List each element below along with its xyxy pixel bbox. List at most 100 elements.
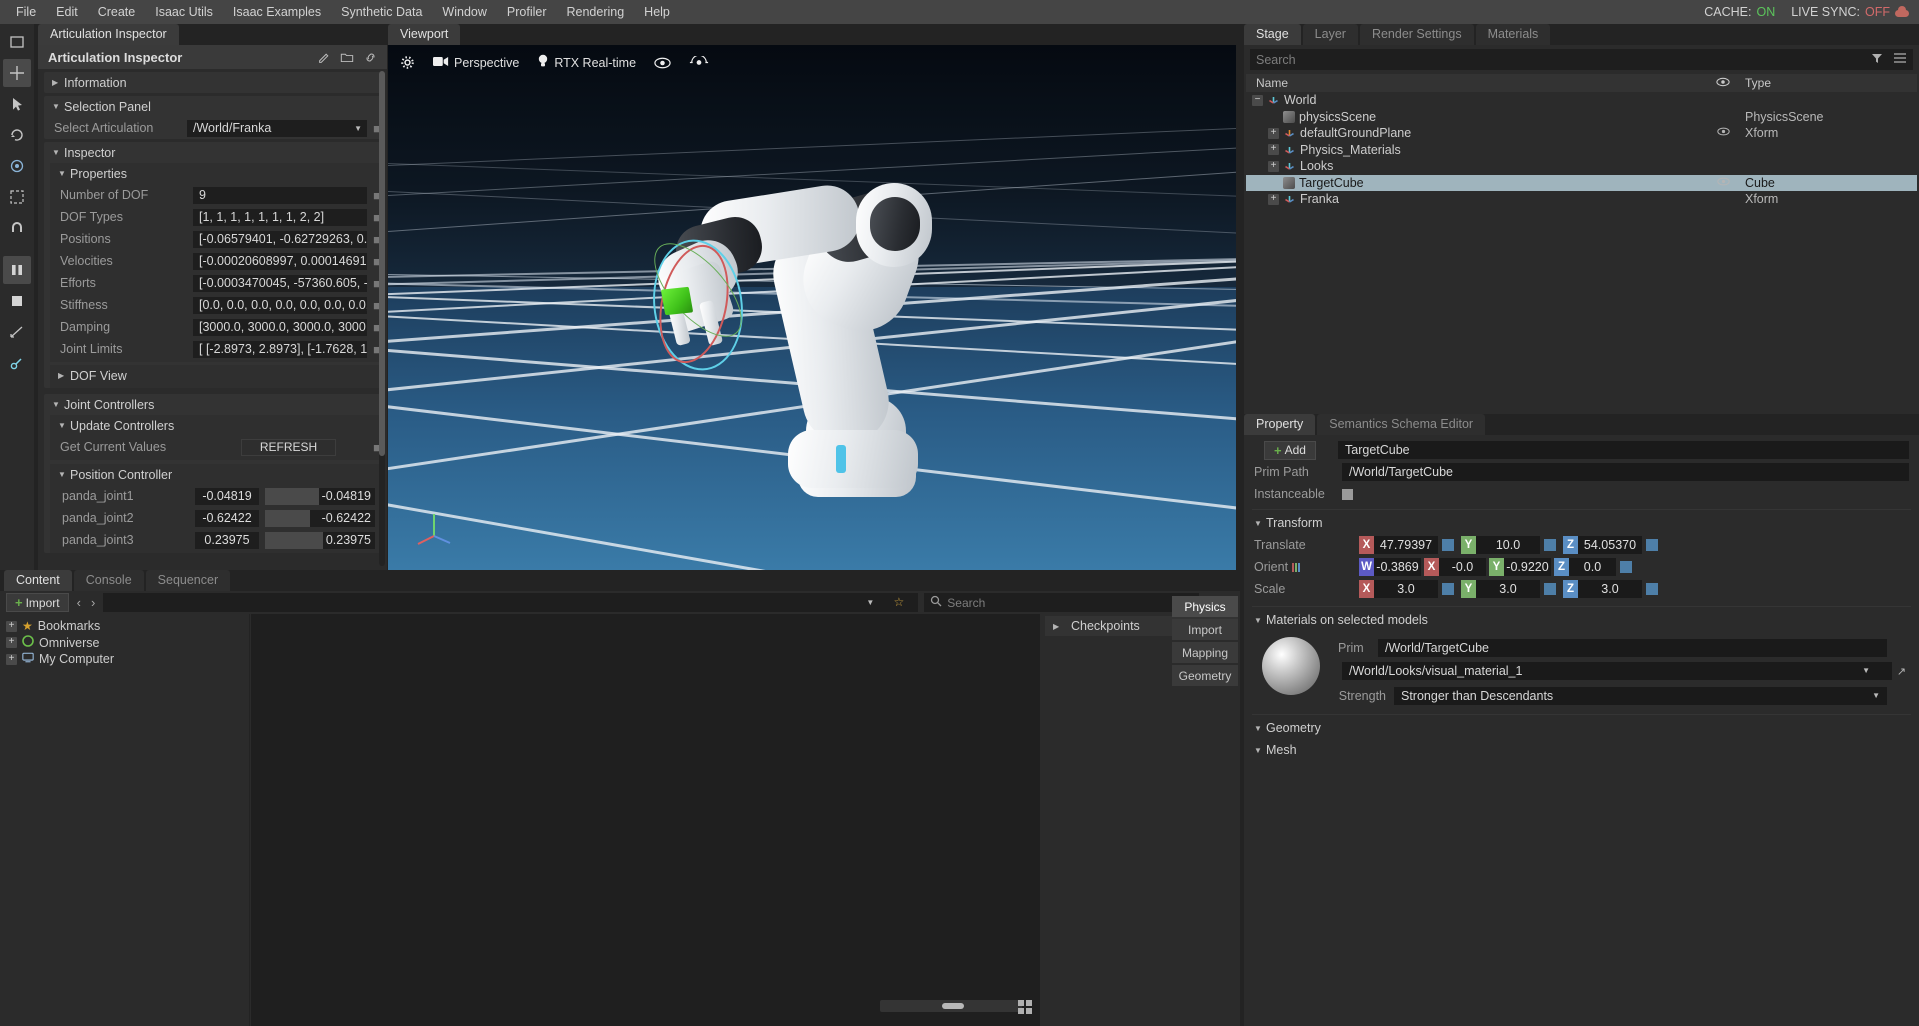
property-value[interactable]: [0.0, 0.0, 0.0, 0.0, 0.0, 0.0, 0.0, 0.0,…	[193, 296, 367, 314]
prim-name-field[interactable]: TargetCube	[1338, 441, 1909, 459]
scale-y-value[interactable]: 3.0	[1476, 580, 1540, 598]
translate-y[interactable]: Y 10.0	[1461, 536, 1560, 554]
slider-knob[interactable]	[942, 1003, 965, 1009]
stage-tree-row[interactable]: TargetCube Cube	[1246, 174, 1917, 191]
translate-x[interactable]: X 47.79397	[1359, 536, 1458, 554]
filter-icon[interactable]	[1871, 52, 1883, 67]
menu-item-synthetic-data[interactable]: Synthetic Data	[331, 0, 432, 24]
prim-path-field[interactable]: /World/TargetCube	[1342, 463, 1909, 481]
snap-tool-icon[interactable]	[3, 183, 31, 211]
orient-y-value[interactable]: -0.9220	[1504, 558, 1551, 576]
tab-layer[interactable]: Layer	[1302, 24, 1358, 45]
scale-z[interactable]: Z 3.0	[1563, 580, 1662, 598]
expander-icon[interactable]: +	[6, 620, 17, 632]
move-tool-icon[interactable]	[3, 59, 31, 87]
content-file-grid[interactable]	[251, 614, 1040, 1026]
scale-y-lock[interactable]	[1544, 583, 1556, 595]
link-icon[interactable]	[363, 50, 377, 64]
eye-icon[interactable]	[647, 55, 678, 71]
expander-icon[interactable]: +	[6, 637, 17, 649]
translate-y-lock[interactable]	[1544, 539, 1556, 551]
bookmark-icon[interactable]: ☆	[894, 593, 905, 612]
expander-plus-icon[interactable]: +	[1268, 193, 1279, 205]
folder-icon[interactable]	[340, 50, 354, 64]
orient-x[interactable]: X -0.0	[1424, 558, 1486, 576]
side-tab-physics[interactable]: Physics	[1172, 596, 1238, 617]
information-section[interactable]: ▶ Information	[44, 72, 383, 93]
tab-semantics-schema-editor[interactable]: Semantics Schema Editor	[1317, 414, 1486, 435]
scrollbar-thumb[interactable]	[379, 71, 385, 456]
content-tree-item-my-computer[interactable]: + My Computer	[0, 651, 249, 668]
menu-item-create[interactable]: Create	[88, 0, 146, 24]
timeline-icon[interactable]	[3, 318, 31, 346]
joint-value[interactable]: -0.04819	[195, 487, 259, 505]
select-tool-icon[interactable]	[3, 28, 31, 56]
franka-robot[interactable]	[388, 45, 1236, 570]
joint-value[interactable]: -0.62422	[195, 509, 259, 527]
tab-articulation-inspector[interactable]: Articulation Inspector	[38, 24, 179, 45]
stage-tree-row[interactable]: + defaultGroundPlane Xform	[1246, 125, 1917, 142]
tab-console[interactable]: Console	[73, 570, 144, 591]
menu-item-isaac-examples[interactable]: Isaac Examples	[223, 0, 331, 24]
translate-x-lock[interactable]	[1442, 539, 1454, 551]
scale-x-lock[interactable]	[1442, 583, 1454, 595]
translate-x-value[interactable]: 47.79397	[1374, 536, 1438, 554]
stage-tree-row[interactable]: − World	[1246, 92, 1917, 109]
stage-tree-row[interactable]: physicsScene PhysicsScene	[1246, 109, 1917, 126]
orient-x-value[interactable]: -0.0	[1439, 558, 1486, 576]
menu-item-file[interactable]: File	[6, 0, 46, 24]
properties-header[interactable]: ▼ Properties	[50, 163, 383, 184]
orient-y[interactable]: Y -0.9220	[1489, 558, 1551, 576]
add-button[interactable]: + Add	[1264, 440, 1316, 460]
materials-section-header[interactable]: ▼ Materials on selected models	[1244, 609, 1919, 631]
edit-icon[interactable]	[317, 50, 331, 64]
mesh-section-header[interactable]: ▼ Mesh	[1244, 739, 1919, 761]
translate-z-value[interactable]: 54.05370	[1578, 536, 1642, 554]
options-icon[interactable]	[1893, 52, 1907, 67]
renderer-selector[interactable]: RTX Real-time	[530, 52, 643, 73]
tab-sequencer[interactable]: Sequencer	[145, 570, 231, 591]
joint-slider[interactable]: -0.62422	[265, 509, 375, 527]
translate-y-value[interactable]: 10.0	[1476, 536, 1540, 554]
property-value[interactable]: [-0.00020608997, 0.00014691833,	[193, 252, 367, 270]
gear-icon[interactable]	[393, 53, 422, 72]
menu-item-profiler[interactable]: Profiler	[497, 0, 557, 24]
scale-y[interactable]: Y 3.0	[1461, 580, 1560, 598]
tab-stage[interactable]: Stage	[1244, 24, 1301, 45]
scale-x[interactable]: X 3.0	[1359, 580, 1458, 598]
tab-materials[interactable]: Materials	[1475, 24, 1551, 45]
tab-content[interactable]: Content	[4, 570, 72, 591]
live-sync-status[interactable]: LIVE SYNC: OFF	[1791, 5, 1909, 19]
stage-tree-row[interactable]: + Physics_Materials	[1246, 142, 1917, 159]
joint-slider[interactable]: -0.04819	[265, 487, 375, 505]
material-prim-value[interactable]: /World/TargetCube	[1378, 638, 1887, 657]
joint-value[interactable]: 0.23975	[195, 531, 259, 549]
content-tree-item-omniverse[interactable]: + Omniverse	[0, 635, 249, 652]
scale-tool-icon[interactable]	[3, 152, 31, 180]
scale-z-lock[interactable]	[1646, 583, 1658, 595]
property-value[interactable]: [-0.0003470045, -57360.605, -4224	[193, 274, 367, 292]
refresh-button[interactable]: REFRESH	[241, 438, 336, 456]
property-value[interactable]: [ [-2.8973, 2.8973], [-1.7628, 1.7628	[193, 340, 367, 358]
orient-w-value[interactable]: -0.3869	[1374, 558, 1421, 576]
content-tree-item-bookmarks[interactable]: + ★ Bookmarks	[0, 618, 249, 635]
magnet-tool-icon[interactable]	[3, 214, 31, 242]
tab-property[interactable]: Property	[1244, 414, 1316, 435]
nav-forward-icon[interactable]: ›	[89, 595, 97, 610]
menu-item-help[interactable]: Help	[634, 0, 680, 24]
expander-plus-icon[interactable]: +	[1268, 127, 1279, 139]
stage-tree-row[interactable]: + Looks	[1246, 158, 1917, 175]
inspector-header[interactable]: ▼ Inspector	[44, 142, 383, 163]
menu-item-isaac-utils[interactable]: Isaac Utils	[145, 0, 223, 24]
material-dropdown[interactable]: /World/Looks/visual_material_1 ▼	[1342, 662, 1892, 680]
stage-tree-row[interactable]: + Franka Xform	[1246, 191, 1917, 208]
selection-panel-header[interactable]: ▼ Selection Panel	[44, 96, 383, 117]
side-tab-geometry[interactable]: Geometry	[1172, 665, 1238, 686]
stop-icon[interactable]	[3, 287, 31, 315]
information-header[interactable]: ▶ Information	[44, 72, 383, 93]
expander-minus-icon[interactable]: −	[1252, 94, 1263, 106]
joint-slider[interactable]: 0.23975	[265, 531, 375, 549]
visibility-eye-icon[interactable]	[1709, 177, 1737, 189]
audio-icon[interactable]	[682, 54, 716, 71]
instanceable-checkbox[interactable]	[1342, 488, 1353, 500]
